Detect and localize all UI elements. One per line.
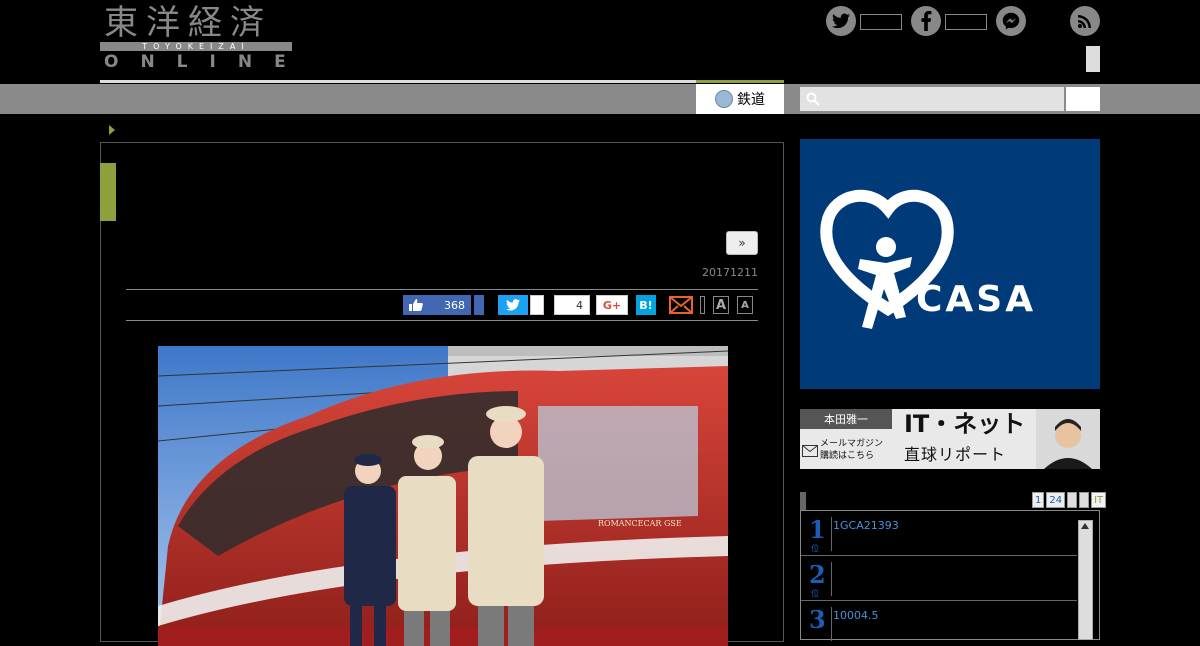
- font-size-small-button[interactable]: A: [737, 296, 753, 314]
- rank-divider: [831, 517, 832, 551]
- header-menu-button[interactable]: [1086, 46, 1100, 72]
- author-photo: [1036, 409, 1100, 469]
- article-title-accent: [100, 163, 116, 221]
- banner-mag-line1: メールマガジン: [820, 439, 884, 449]
- banner-mag-line2: 購読はこちら: [820, 451, 875, 461]
- facebook-icon[interactable]: [911, 6, 941, 36]
- twitter-icon[interactable]: [826, 6, 856, 36]
- nav-top-border: [100, 80, 696, 83]
- twitter-share-button[interactable]: [498, 295, 528, 315]
- next-page-button[interactable]: »: [726, 231, 758, 255]
- rank-title[interactable]: 1GCA21393: [833, 519, 899, 532]
- banner-subtitle: 直球リポート: [904, 445, 1007, 464]
- ranking-list: 1 位 1GCA21393 2 位 3 10004.5: [800, 510, 1100, 641]
- twitter-follow-count[interactable]: [860, 14, 902, 30]
- rank-divider: [831, 562, 832, 596]
- ranking-tab-1[interactable]: 1: [1032, 492, 1045, 508]
- twitter-bird-icon: [506, 299, 520, 311]
- rss-icon[interactable]: [1070, 6, 1100, 36]
- rank-divider: [831, 607, 832, 641]
- ranking-header-accent: [800, 492, 806, 510]
- casa-logo-icon: ® CASA: [820, 189, 1036, 329]
- site-logo-online[interactable]: ONLINE: [104, 52, 308, 72]
- ranking-tab-3[interactable]: [1067, 492, 1078, 508]
- ranking-tab-4[interactable]: [1079, 492, 1090, 508]
- ranking-tab-5[interactable]: IT: [1091, 492, 1107, 508]
- ranking-tabs: 1 24 IT: [1032, 492, 1107, 508]
- ranking-item[interactable]: 3 10004.5: [801, 601, 1077, 645]
- banner-author-name: 本田雅一: [800, 409, 892, 429]
- search-button[interactable]: [1066, 87, 1100, 111]
- thumbs-up-icon: [409, 299, 423, 311]
- banner-title: IT・ネット: [904, 410, 1026, 438]
- share-divider-bottom: [126, 320, 758, 321]
- railway-avatar-icon: [715, 90, 733, 108]
- facebook-like-count[interactable]: [945, 14, 987, 30]
- casa-brand-text: CASA: [916, 279, 1036, 320]
- facebook-share-button[interactable]: [474, 295, 484, 315]
- rank-number: 1: [809, 515, 826, 544]
- messenger-icon[interactable]: [996, 6, 1026, 36]
- rank-suffix: 位: [811, 544, 819, 553]
- font-size-large-button[interactable]: A: [713, 296, 729, 314]
- search-input[interactable]: [800, 87, 1064, 111]
- breadcrumb-arrow-icon: [109, 125, 115, 135]
- hatena-bookmark-button[interactable]: B!: [636, 295, 656, 315]
- pocket-share-button[interactable]: 4: [554, 295, 590, 315]
- mail-magazine-banner[interactable]: 本田雅一 IT・ネット 直球リポート メールマガジン 購読はこちら: [800, 409, 1100, 469]
- mail-share-icon[interactable]: [668, 295, 694, 315]
- google-plus-share-button[interactable]: G+: [596, 295, 628, 315]
- site-logo-kanji[interactable]: 東洋経済: [104, 4, 272, 42]
- share-divider-top: [126, 289, 758, 290]
- tab-railway[interactable]: 鉄道: [696, 84, 784, 114]
- tab-railway-label: 鉄道: [737, 92, 765, 108]
- ranking-scrollbar[interactable]: [1078, 520, 1093, 640]
- facebook-like-count-label: 368: [444, 298, 465, 312]
- casa-advertisement[interactable]: ® CASA: [800, 139, 1100, 389]
- print-button[interactable]: [700, 296, 705, 314]
- search-icon: [806, 92, 820, 106]
- nav-active-accent: [696, 80, 784, 83]
- site-logo-sub: TOYOKEIZAI: [142, 42, 250, 51]
- twitter-share-count[interactable]: [530, 295, 544, 315]
- scroll-up-icon[interactable]: [1081, 523, 1089, 529]
- rank-suffix: 位: [811, 589, 819, 598]
- article-date: 20171211: [702, 266, 758, 279]
- rank-title[interactable]: 10004.5: [833, 609, 879, 622]
- ranking-item[interactable]: 2 位: [801, 556, 1077, 601]
- ranking-item[interactable]: 1 位 1GCA21393: [801, 511, 1077, 556]
- train-name-text: ROMANCECAR GSE: [598, 519, 682, 528]
- rank-number: 3: [809, 605, 826, 634]
- ranking-tab-2[interactable]: 24: [1046, 492, 1066, 508]
- article-main-photo: ROMANCECAR GSE: [158, 346, 728, 646]
- rank-number: 2: [809, 560, 826, 589]
- mail-icon: [802, 445, 818, 457]
- facebook-like-button[interactable]: 368: [403, 295, 471, 315]
